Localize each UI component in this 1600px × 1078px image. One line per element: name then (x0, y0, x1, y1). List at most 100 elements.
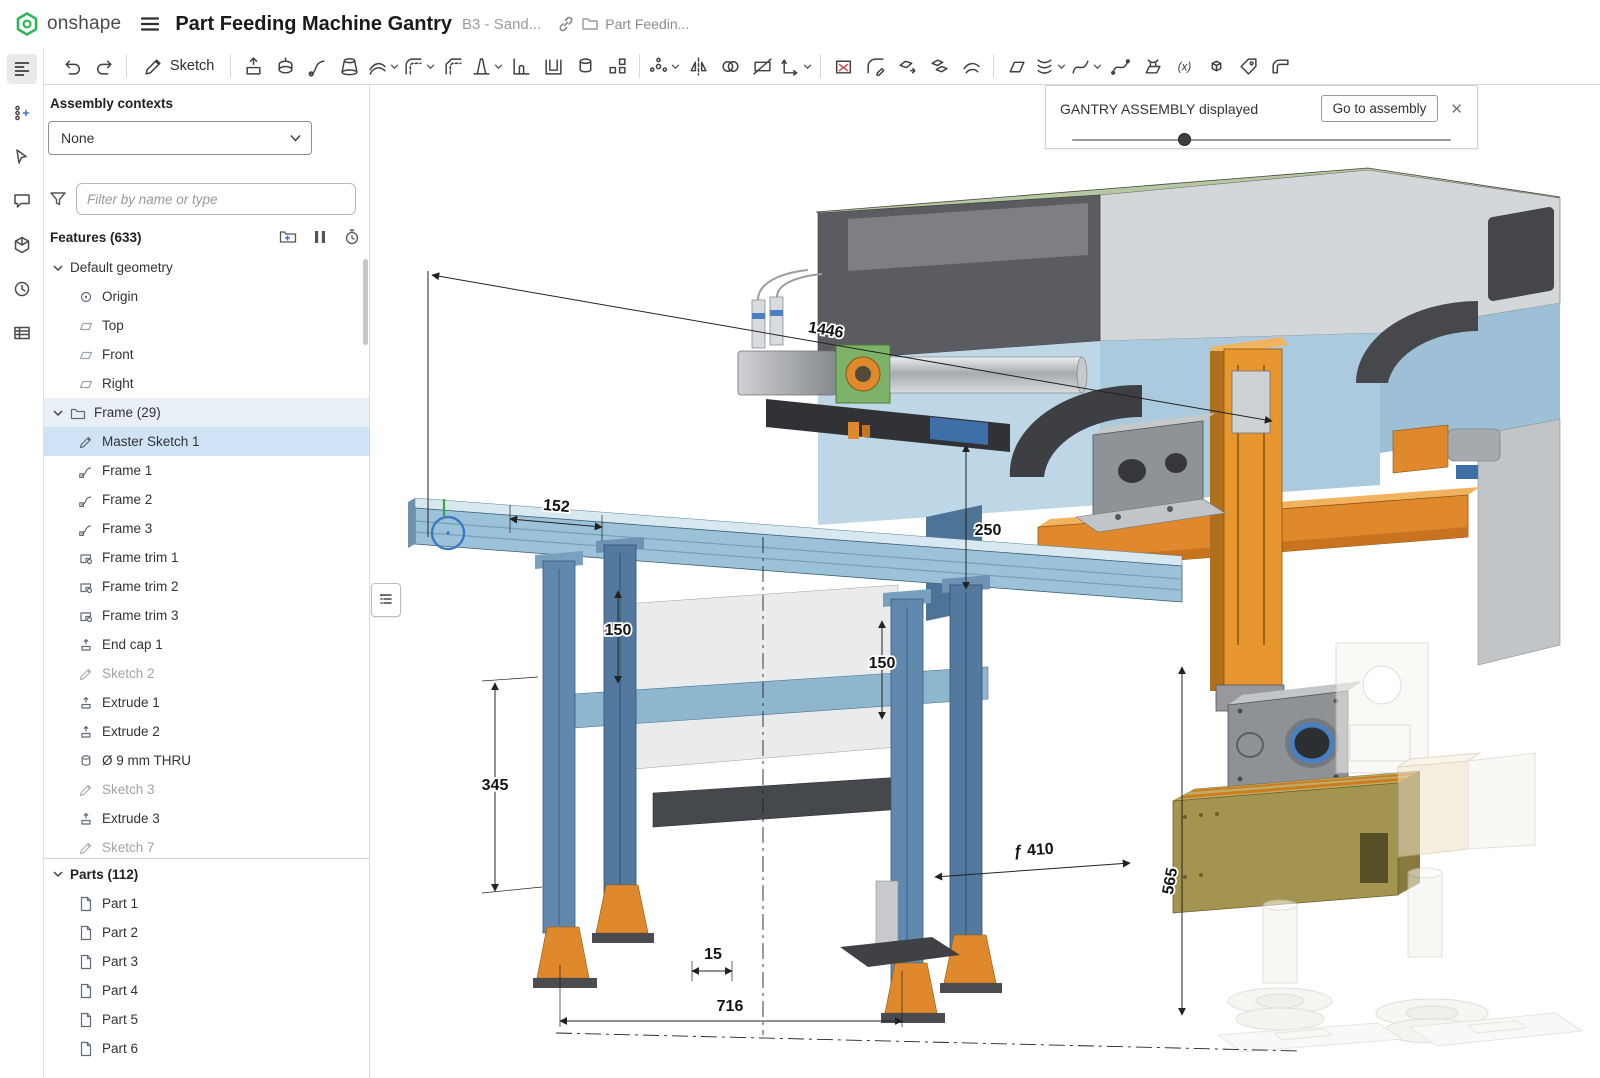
tree-item-origin[interactable]: Origin (44, 282, 369, 311)
chamfer-button[interactable] (437, 51, 469, 81)
extrude-button[interactable] (237, 51, 269, 81)
tree-item-extrude-2[interactable]: Extrude 2 (44, 717, 369, 746)
toolbar-divider (820, 54, 821, 78)
rib-button[interactable] (505, 51, 537, 81)
fit-spline-button[interactable] (1104, 51, 1136, 81)
part-row-2[interactable]: Part 2 (44, 918, 369, 947)
assembly-context-select[interactable]: None (48, 121, 312, 155)
sweep-button[interactable] (301, 51, 333, 81)
part-row-5[interactable]: Part 5 (44, 1005, 369, 1034)
tree-item-front-plane[interactable]: Front (44, 340, 369, 369)
tree-item-frame-trim-3[interactable]: Frame trim 3 (44, 601, 369, 630)
delete-part-button[interactable] (827, 51, 859, 81)
mirror-button[interactable] (682, 51, 714, 81)
linear-pattern-button[interactable] (601, 51, 633, 81)
sketch-icon (78, 434, 94, 450)
project-curve-button[interactable] (1136, 51, 1168, 81)
canvas-flyout-toggle[interactable] (371, 583, 401, 617)
part-row-6[interactable]: Part 6 (44, 1034, 369, 1063)
model-panel-button[interactable] (7, 230, 37, 260)
tree-item-top-plane[interactable]: Top (44, 311, 369, 340)
bom-panel-button[interactable] (7, 318, 37, 348)
dim-150-a: 150 (605, 622, 632, 639)
tree-item-default-geometry[interactable]: Default geometry (44, 253, 369, 282)
circular-pattern-button[interactable] (646, 51, 682, 81)
comments-panel-button[interactable] (7, 186, 37, 216)
offset-surface-button[interactable] (955, 51, 987, 81)
fillet-button[interactable] (401, 51, 437, 81)
loft-button[interactable] (333, 51, 365, 81)
onshape-app: onshape Part Feeding Machine Gantry B3 -… (0, 0, 1600, 1078)
onshape-logo[interactable]: onshape (14, 11, 121, 37)
viewport-3d[interactable]: 1446 152 250 150 150 345 ƒ 410 565 15 71… (370, 85, 1600, 1078)
select-panel-button[interactable] (7, 142, 37, 172)
tree-item-extrude-3[interactable]: Extrude 3 (44, 804, 369, 833)
tree-folder-frame[interactable]: Frame (29) (44, 398, 369, 427)
derived-button[interactable] (1200, 51, 1232, 81)
slider-handle[interactable] (1178, 133, 1191, 146)
hole-button[interactable] (569, 51, 601, 81)
slider-track[interactable] (1072, 139, 1451, 141)
tree-item-sketch-7[interactable]: Sketch 7 (44, 833, 369, 858)
draft-button[interactable] (469, 51, 505, 81)
redo-button[interactable] (88, 51, 120, 81)
transform-button[interactable] (778, 51, 814, 81)
variable-button[interactable]: (x) (1168, 51, 1200, 81)
tree-item-frame-1[interactable]: Frame 1 (44, 456, 369, 485)
part-row-3[interactable]: Part 3 (44, 947, 369, 976)
tree-item-end-cap-1[interactable]: End cap 1 (44, 630, 369, 659)
tree-item-frame-trim-1[interactable]: Frame trim 1 (44, 543, 369, 572)
thicken-button[interactable] (365, 51, 401, 81)
close-icon[interactable]: ✕ (1448, 100, 1465, 118)
tree-item-frame-trim-2[interactable]: Frame trim 2 (44, 572, 369, 601)
tree-scrollbar[interactable] (363, 259, 368, 345)
shell-button[interactable] (537, 51, 569, 81)
tag-button[interactable] (1232, 51, 1264, 81)
parts-header-row[interactable]: Parts (112) (44, 859, 369, 889)
graphics-area: 1446 152 250 150 150 345 ƒ 410 565 15 71… (370, 85, 1600, 1078)
revolve-button[interactable] (269, 51, 301, 81)
part-row-1[interactable]: Part 1 (44, 889, 369, 918)
tree-item-sketch-2[interactable]: Sketch 2 (44, 659, 369, 688)
insert-panel-button[interactable] (7, 98, 37, 128)
tree-item-extrude-1[interactable]: Extrude 1 (44, 688, 369, 717)
undo-button[interactable] (56, 51, 88, 81)
boolean-button[interactable] (714, 51, 746, 81)
rollback-timer-button[interactable] (343, 228, 361, 246)
plane-button[interactable] (1000, 51, 1032, 81)
breadcrumb[interactable]: Part Feedin... (605, 16, 689, 32)
chevron-down-icon (52, 262, 64, 274)
helix-button[interactable] (1032, 51, 1068, 81)
filter-input[interactable] (76, 183, 356, 215)
document-version[interactable]: B3 - Sand... (462, 16, 541, 33)
sketch-button[interactable]: Sketch (133, 52, 224, 81)
svg-text:(x): (x) (1178, 61, 1192, 73)
part-row-4[interactable]: Part 4 (44, 976, 369, 1005)
feature-list-panel-button[interactable] (7, 54, 37, 84)
split-button[interactable] (746, 51, 778, 81)
curve-button[interactable] (1068, 51, 1104, 81)
dim-150-b: 150 (869, 655, 896, 672)
move-face-button[interactable] (891, 51, 923, 81)
replace-face-button[interactable] (923, 51, 955, 81)
share-link-icon[interactable] (557, 15, 575, 33)
sweep-feature-icon (78, 463, 94, 479)
new-folder-button[interactable] (279, 228, 297, 246)
modify-fillet-button[interactable] (859, 51, 891, 81)
table-icon (12, 323, 32, 343)
hamburger-menu-icon[interactable] (139, 13, 161, 35)
tree-item-right-plane[interactable]: Right (44, 369, 369, 398)
history-panel-button[interactable] (7, 274, 37, 304)
toolbar-divider (126, 54, 127, 78)
context-history-slider[interactable] (1072, 133, 1451, 147)
tree-item-hole-9mm-thru[interactable]: Ø 9 mm THRU (44, 746, 369, 775)
tree-item-frame-2[interactable]: Frame 2 (44, 485, 369, 514)
filter-funnel-icon[interactable] (48, 189, 68, 209)
tree-item-master-sketch-1[interactable]: Master Sketch 1 (44, 427, 369, 456)
suppress-pause-button[interactable] (313, 229, 327, 245)
tree-item-frame-3[interactable]: Frame 3 (44, 514, 369, 543)
sheet-metal-button[interactable] (1264, 51, 1296, 81)
floor-stand[interactable] (408, 498, 1182, 1023)
tree-item-sketch-3[interactable]: Sketch 3 (44, 775, 369, 804)
go-to-assembly-button[interactable]: Go to assembly (1321, 95, 1439, 122)
